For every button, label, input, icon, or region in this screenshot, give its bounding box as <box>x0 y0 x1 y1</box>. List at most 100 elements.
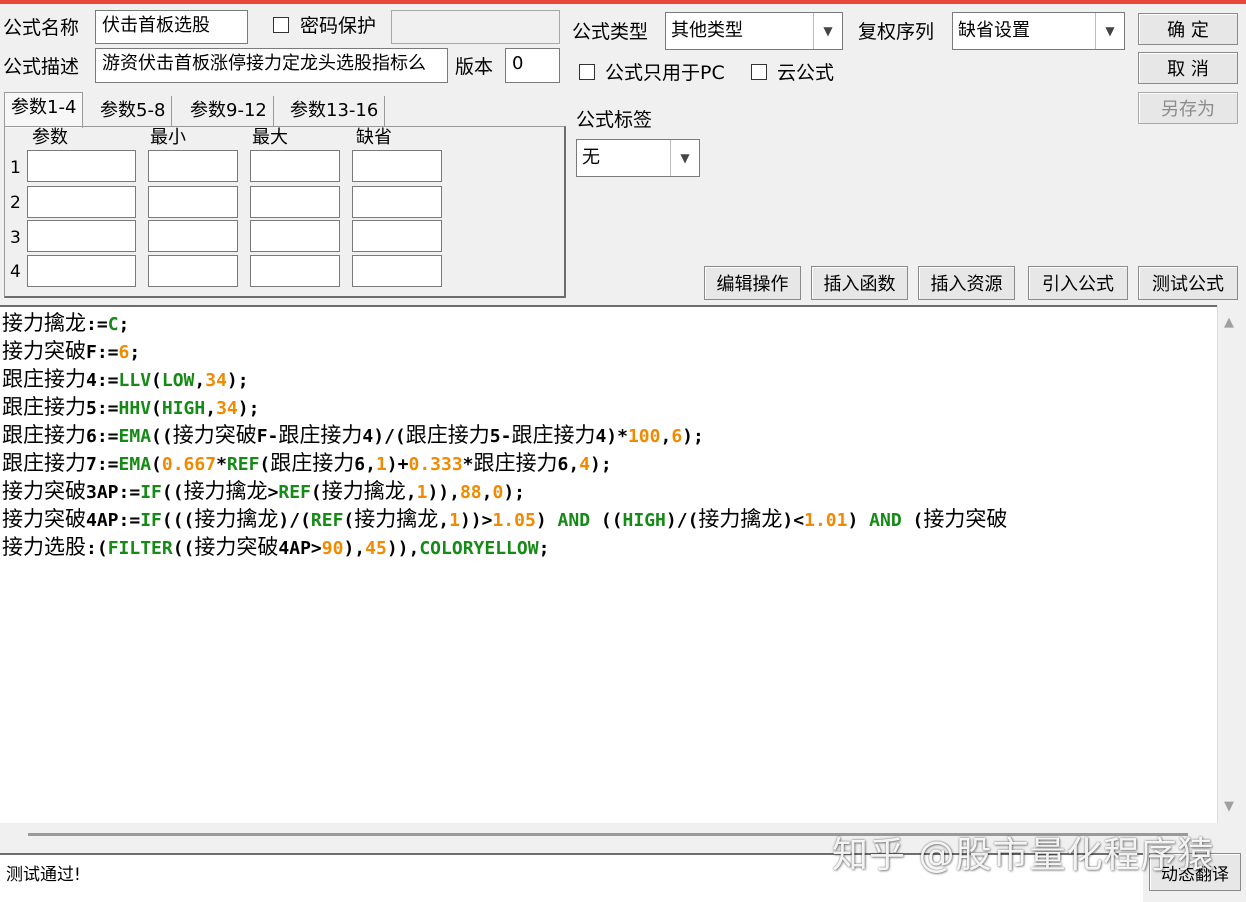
code-line[interactable]: 跟庄接力7:=EMA(0.667*REF(跟庄接力6,1)+0.333*跟庄接力… <box>2 450 1217 478</box>
code-token: , <box>438 510 450 531</box>
scroll-up-icon[interactable]: ▲ <box>1224 315 1234 330</box>
pc-only-checkbox[interactable] <box>579 64 595 80</box>
formula-type-value: 其他类型 <box>671 20 743 41</box>
insert-function-button[interactable]: 插入函数 <box>811 266 908 300</box>
chevron-down-icon[interactable]: ▼ <box>813 13 842 49</box>
param-default-input[interactable] <box>352 150 442 182</box>
formula-tag-label: 公式标签 <box>576 109 653 131</box>
code-token: REF <box>278 482 311 503</box>
param-min-input[interactable] <box>148 220 238 252</box>
code-token: 34 <box>205 370 227 391</box>
code-line[interactable]: 接力擒龙:=C; <box>2 310 1217 338</box>
code-token: , <box>405 482 417 503</box>
password-protect-checkbox[interactable] <box>273 17 289 33</box>
code-token: (( <box>590 510 623 531</box>
code-token: ( <box>310 482 322 503</box>
scroll-down-icon[interactable]: ▼ <box>1224 799 1234 814</box>
ok-button[interactable]: 确 定 <box>1138 13 1238 45</box>
code-token: 跟庄接力 <box>270 451 355 475</box>
param-max-input[interactable] <box>250 186 340 218</box>
formula-name-label: 公式名称 <box>3 17 80 39</box>
code-token: )/( <box>665 510 699 531</box>
param-min-input[interactable] <box>148 255 238 287</box>
code-token: (( <box>172 538 195 559</box>
param-min-input[interactable] <box>148 150 238 182</box>
version-input[interactable]: 0 <box>505 48 560 83</box>
cancel-button[interactable]: 取 消 <box>1138 52 1238 84</box>
code-token: )< <box>782 510 805 531</box>
formula-desc-label: 公式描述 <box>3 56 80 78</box>
code-token: HIGH <box>161 398 206 419</box>
rights-series-select[interactable]: 缺省设置 ▼ <box>952 12 1125 50</box>
code-text[interactable]: 接力擒龙:=C; 接力突破F:=6; 跟庄接力4:=LLV(LOW,34); 跟庄接力… <box>0 307 1217 562</box>
test-formula-button[interactable]: 测试公式 <box>1138 266 1238 300</box>
param-default-input[interactable] <box>352 220 442 252</box>
code-token: 6 <box>118 342 130 363</box>
code-token: )), <box>386 538 420 559</box>
tab-params-9-12[interactable]: 参数9-12 <box>184 96 274 126</box>
code-editor[interactable]: 接力擒龙:=C; 接力突破F:=6; 跟庄接力4:=LLV(LOW,34); 跟庄接力… <box>0 305 1217 823</box>
code-line[interactable]: 接力选股:(FILTER((接力突破4AP>90),45)),COLORYELL… <box>2 534 1217 562</box>
param-max-input[interactable] <box>250 255 340 287</box>
code-token: 1.05 <box>492 510 536 531</box>
code-line[interactable]: 跟庄接力5:=HHV(HIGH,34); <box>2 394 1217 422</box>
code-token: ); <box>682 426 704 447</box>
param-row-num: 4 <box>10 262 21 282</box>
formula-tag-select[interactable]: 无 ▼ <box>576 139 700 177</box>
code-token: 6:= <box>86 426 119 447</box>
code-token: 4)* <box>595 426 628 447</box>
code-token: )/( <box>278 510 311 531</box>
tab-params-5-8[interactable]: 参数5-8 <box>94 96 173 126</box>
code-token: 接力突破 <box>194 535 279 559</box>
code-token: 1.01 <box>804 510 848 531</box>
code-token: ( <box>259 454 271 475</box>
edit-operations-button[interactable]: 编辑操作 <box>704 266 801 300</box>
chevron-down-icon[interactable]: ▼ <box>670 140 699 176</box>
code-token: , <box>205 398 217 419</box>
import-formula-button[interactable]: 引入公式 <box>1028 266 1128 300</box>
param-default-input[interactable] <box>352 186 442 218</box>
param-min-input[interactable] <box>148 186 238 218</box>
chevron-down-icon[interactable]: ▼ <box>1095 13 1124 49</box>
code-token: AND <box>557 510 591 531</box>
formula-tag-value: 无 <box>582 147 600 168</box>
code-token: , <box>660 426 672 447</box>
code-token: ; <box>538 538 550 559</box>
code-line[interactable]: 接力突破F:=6; <box>2 338 1217 366</box>
param-name-input[interactable] <box>27 150 136 182</box>
password-input[interactable] <box>391 10 560 44</box>
insert-resource-button[interactable]: 插入资源 <box>918 266 1015 300</box>
code-line[interactable]: 跟庄接力6:=EMA((接力突破F-跟庄接力4)/(跟庄接力5-跟庄接力4)*1… <box>2 422 1217 450</box>
tab-params-13-16[interactable]: 参数13-16 <box>284 96 386 126</box>
param-max-input[interactable] <box>250 220 340 252</box>
code-token: 接力擒龙 <box>698 507 783 531</box>
code-token: 6, <box>354 454 376 475</box>
code-token: ; <box>129 342 141 363</box>
formula-type-select[interactable]: 其他类型 ▼ <box>665 12 843 50</box>
code-line[interactable]: 接力突破3AP:=IF((接力擒龙>REF(接力擒龙,1)),88,0); <box>2 478 1217 506</box>
code-token: 88 <box>459 482 482 503</box>
formula-desc-input[interactable]: 游资伏击首板涨停接力定龙头选股指标么 <box>95 48 448 83</box>
formula-name-input[interactable]: 伏击首板选股 <box>95 10 248 44</box>
cloud-formula-checkbox[interactable] <box>751 64 767 80</box>
param-name-input[interactable] <box>27 220 136 252</box>
code-token: 0 <box>492 482 504 503</box>
code-line[interactable]: 跟庄接力4:=LLV(LOW,34); <box>2 366 1217 394</box>
param-name-input[interactable] <box>27 255 136 287</box>
code-token: 4)/( <box>362 426 406 447</box>
code-token: 6 <box>671 426 683 447</box>
code-token: 接力突破 <box>2 479 86 503</box>
vertical-scrollbar[interactable]: ▲ ▼ <box>1217 305 1246 823</box>
param-max-input[interactable] <box>250 150 340 182</box>
code-token: 1 <box>375 454 387 475</box>
param-name-input[interactable] <box>27 186 136 218</box>
code-token: 90 <box>321 538 344 559</box>
code-token: 45 <box>365 538 387 559</box>
code-token: * <box>216 454 227 475</box>
param-default-input[interactable] <box>352 255 442 287</box>
tab-params-1-4[interactable]: 参数1-4 <box>4 92 84 128</box>
code-token: ), <box>343 538 366 559</box>
code-token: 跟庄接力 <box>2 451 86 475</box>
code-line[interactable]: 接力突破4AP:=IF(((接力擒龙)/(REF(接力擒龙,1))>1.05) … <box>2 506 1217 534</box>
save-as-button[interactable]: 另存为 <box>1138 92 1238 124</box>
